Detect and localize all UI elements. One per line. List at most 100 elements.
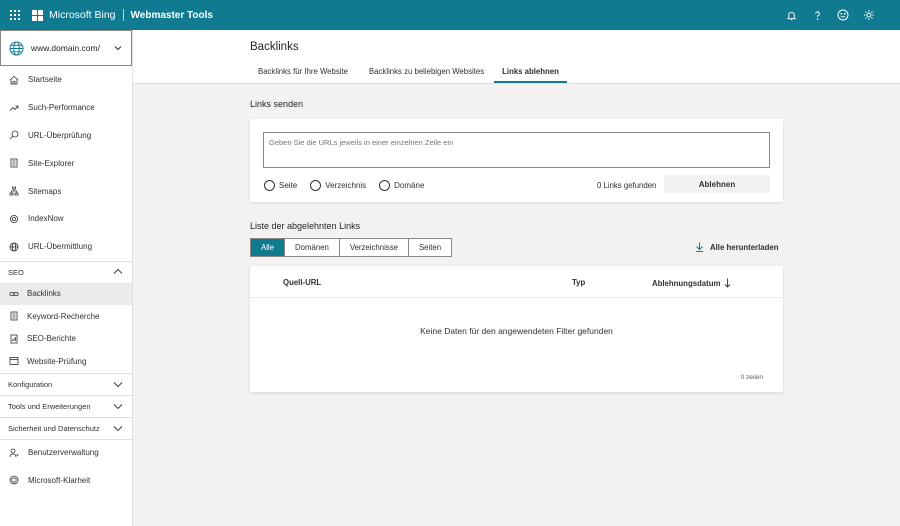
sidebar-item-label: Startseite (28, 75, 62, 85)
row-count: 0 zeilen (740, 374, 763, 381)
column-header-rejection-date[interactable]: Ablehnungsdatum (652, 278, 731, 288)
download-label: Alle herunterladen (710, 242, 779, 252)
product-name[interactable]: Webmaster Tools (131, 10, 213, 21)
sidebar-section-sicherheit[interactable]: Sicherheit und Datenschutz (0, 416, 132, 439)
radio-label: Verzeichnis (325, 181, 367, 190)
trend-icon (8, 102, 19, 113)
sidebar-item-sitemaps[interactable]: Sitemaps (0, 177, 132, 205)
site-selector[interactable]: www.domain.com/ (0, 30, 132, 66)
sidebar-item-label: Website-Prüfung (27, 356, 87, 366)
list-section-title: Liste der abgelehnten Links (250, 221, 361, 231)
section-label: Tools und Erweiterungen (8, 401, 91, 411)
sidebar-item-keyword-recherche[interactable]: Keyword-Recherche (0, 305, 132, 328)
sidebar-item-benutzerverwaltung[interactable]: Benutzerverwaltung (0, 438, 132, 467)
sidebar: www.domain.com/ Startseite Such-Performa… (0, 30, 133, 526)
radio-domaene[interactable]: Domäne (379, 180, 424, 191)
gear-icon (8, 213, 19, 224)
radio-circle[interactable] (379, 180, 391, 191)
top-bar: Microsoft Bing Webmaster Tools (0, 0, 900, 30)
microsoft-logo-icon (32, 9, 43, 21)
send-section-title: Links senden (250, 99, 304, 109)
radio-circle[interactable] (264, 180, 275, 191)
browser-icon (8, 356, 19, 367)
brand-name[interactable]: Microsoft Bing (49, 9, 116, 21)
empty-state-message: Keine Daten für den angewendeten Filter … (420, 326, 613, 336)
sidebar-item-label: URL-Überprüfung (28, 130, 92, 140)
sidebar-item-label: Sitemaps (28, 186, 62, 196)
brand-separator (122, 9, 124, 21)
filter-button-group: Alle Domänen Verzeichnisse Seiten (250, 238, 453, 257)
sidebar-item-such-performance[interactable]: Such-Performance (0, 94, 132, 122)
filter-domaenen[interactable]: Domänen (285, 239, 340, 256)
sidebar-item-seo-berichte[interactable]: SEO-Berichte (0, 328, 132, 351)
type-radio-group: Seite Verzeichnis Domäne (264, 180, 424, 191)
sidebar-item-label: Such-Performance (28, 103, 95, 113)
tab-links-ablehnen[interactable]: Links ablehnen (494, 67, 567, 83)
sidebar-item-url-pruefung[interactable]: URL-Überprüfung (0, 122, 132, 150)
table-header: Quell-URL Typ Ablehnungsdatum (250, 266, 783, 298)
tab-backlinks-beliebige-websites[interactable]: Backlinks zu beliebigen Websites (361, 67, 492, 82)
section-label: SEO (8, 267, 24, 277)
sidebar-item-website-pruefung[interactable]: Website-Prüfung (0, 350, 132, 373)
section-label: Konfiguration (8, 379, 53, 389)
sidebar-section-seo[interactable]: SEO (0, 260, 132, 283)
chevron-up-icon (113, 268, 123, 274)
waffle-icon (10, 10, 20, 20)
sidebar-section-tools[interactable]: Tools und Erweiterungen (0, 394, 132, 417)
bell-icon[interactable] (784, 8, 798, 22)
column-header-label: Ablehnungsdatum (652, 278, 721, 288)
column-header-type[interactable]: Typ (572, 278, 585, 287)
sidebar-item-site-explorer[interactable]: Site-Explorer (0, 149, 132, 177)
reject-button[interactable]: Ablehnen (664, 175, 770, 193)
tab-backlinks-ihre-website[interactable]: Backlinks für Ihre Website (250, 67, 356, 82)
filter-verzeichnisse[interactable]: Verzeichnisse (339, 239, 409, 256)
chevron-down-icon (113, 404, 123, 410)
sort-down-icon (725, 278, 731, 288)
sidebar-item-microsoft-klarheit[interactable]: Microsoft-Klarheit (0, 466, 132, 494)
radio-seite[interactable]: Seite (264, 180, 297, 191)
chevron-down-icon (113, 426, 123, 432)
filter-alle[interactable]: Alle (251, 239, 286, 256)
download-all-button[interactable]: Alle herunterladen (695, 242, 778, 252)
document-icon (8, 158, 19, 169)
sidebar-item-url-uebermittlung[interactable]: URL-Übermittlung (0, 233, 132, 261)
app-launcher-button[interactable] (0, 0, 30, 30)
gear-icon[interactable] (862, 8, 876, 22)
sidebar-item-label: Site-Explorer (28, 158, 75, 168)
link-icon (8, 288, 19, 299)
document-icon (8, 311, 19, 322)
sidebar-item-indexnow[interactable]: IndexNow (0, 205, 132, 233)
site-url: www.domain.com/ (31, 43, 100, 53)
chevron-down-icon (114, 46, 122, 51)
page-header: Backlinks Backlinks für Ihre Website Bac… (133, 30, 900, 84)
radio-label: Domäne (394, 181, 425, 190)
sidebar-item-label: URL-Übermittlung (28, 242, 93, 252)
sidebar-item-startseite[interactable]: Startseite (0, 66, 132, 94)
url-input[interactable] (263, 132, 770, 168)
filter-seiten[interactable]: Seiten (408, 239, 452, 256)
user-icon (8, 447, 19, 458)
radio-label: Seite (279, 181, 298, 190)
globe-icon (8, 241, 19, 252)
radio-verzeichnis[interactable]: Verzeichnis (310, 180, 366, 191)
chevron-down-icon (113, 382, 123, 388)
sidebar-item-label: Backlinks (27, 289, 61, 299)
section-label: Sicherheit und Datenschutz (8, 423, 100, 433)
globe-icon (9, 40, 24, 56)
sidebar-item-label: Keyword-Recherche (27, 311, 100, 321)
sidebar-item-label: Benutzerverwaltung (28, 448, 99, 458)
tab-bar: Backlinks für Ihre Website Backlinks zu … (250, 67, 567, 83)
radio-circle[interactable] (310, 180, 322, 191)
sidebar-item-label: Microsoft-Klarheit (28, 475, 91, 485)
report-icon (8, 333, 19, 344)
sidebar-section-konfiguration[interactable]: Konfiguration (0, 372, 132, 395)
smiley-icon[interactable] (836, 8, 850, 22)
help-icon[interactable] (810, 8, 824, 22)
sidebar-item-backlinks[interactable]: Backlinks (0, 282, 132, 306)
send-links-card: Seite Verzeichnis Domäne 0 Links gefunde… (250, 119, 783, 202)
home-icon (8, 74, 19, 85)
column-header-source-url[interactable]: Quell-URL (283, 278, 321, 287)
sidebar-item-label: IndexNow (28, 214, 64, 224)
sitemap-icon (8, 186, 19, 197)
search-icon (8, 130, 19, 141)
